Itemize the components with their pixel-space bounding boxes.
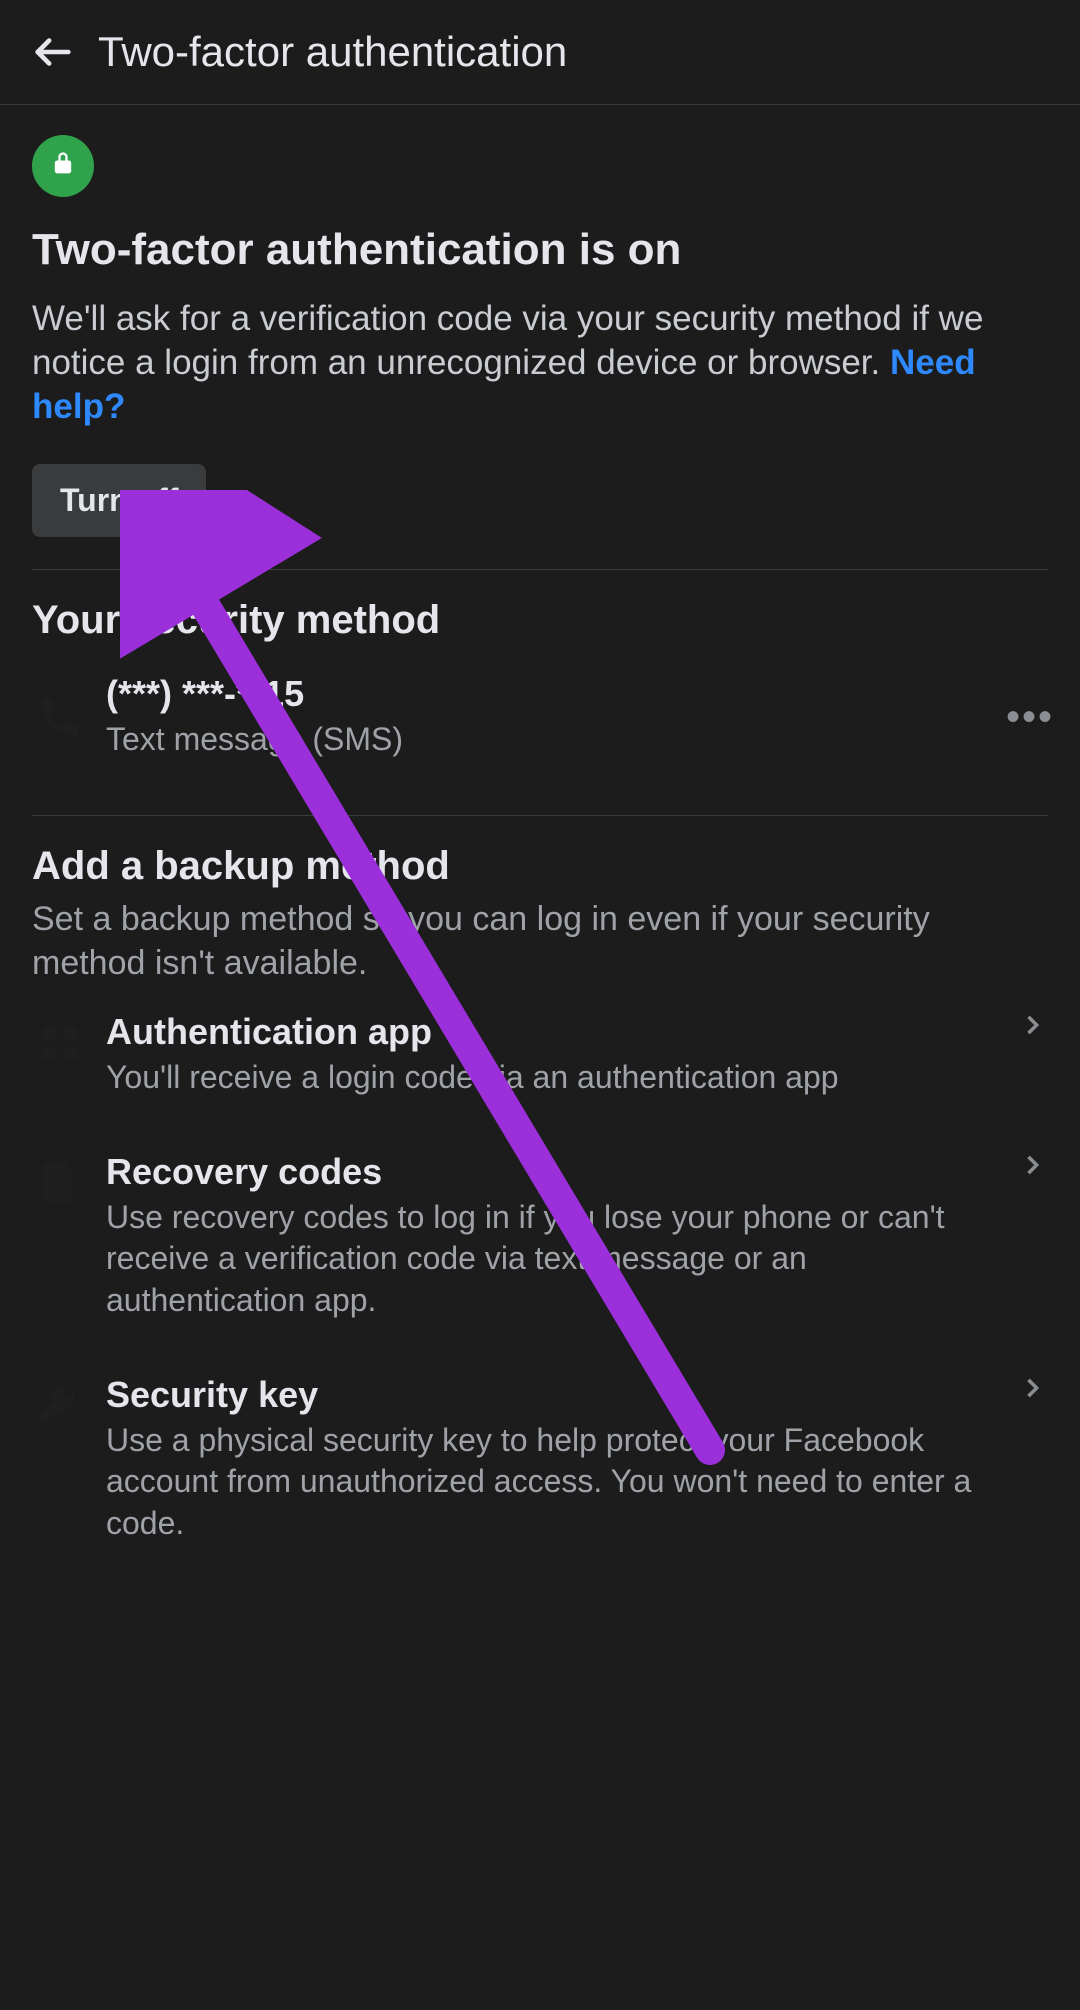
divider: [32, 569, 1048, 570]
security-method-row[interactable]: (***) ***-**15 Text message (SMS) •••: [32, 651, 1048, 783]
backup-heading: Add a backup method: [32, 844, 1048, 889]
status-description-text: We'll ask for a verification code via yo…: [32, 299, 983, 382]
key-icon: [32, 1378, 88, 1434]
backup-item-auth-app[interactable]: Authentication app You'll receive a logi…: [32, 985, 1048, 1125]
page-title: Two-factor authentication: [98, 28, 567, 76]
backup-item-recovery-codes[interactable]: Recovery codes Use recovery codes to log…: [32, 1125, 1048, 1348]
backup-item-title: Authentication app: [106, 1011, 1008, 1053]
security-method-heading: Your security method: [32, 598, 1048, 643]
status-description: We'll ask for a verification code via yo…: [32, 297, 1048, 428]
more-options-icon[interactable]: •••: [1006, 695, 1048, 740]
backup-item-title: Security key: [106, 1374, 1008, 1416]
backup-item-title: Recovery codes: [106, 1151, 1008, 1193]
backup-description: Set a backup method so you can log in ev…: [32, 897, 1048, 985]
security-method-text: (***) ***-**15 Text message (SMS): [88, 673, 1006, 761]
backup-item-sub: You'll receive a login code via an authe…: [106, 1057, 1008, 1099]
chevron-right-icon: [1018, 1374, 1048, 1407]
auth-app-icon: [32, 1015, 88, 1071]
document-icon: [32, 1155, 88, 1211]
backup-item-security-key[interactable]: Security key Use a physical security key…: [32, 1348, 1048, 1571]
backup-item-sub: Use a physical security key to help prot…: [106, 1420, 1008, 1545]
phone-icon: [32, 689, 88, 745]
back-arrow-icon[interactable]: [30, 29, 76, 75]
security-method-phone: (***) ***-**15: [106, 673, 1006, 715]
lock-icon: [49, 150, 77, 183]
security-method-label: Text message (SMS): [106, 719, 1006, 761]
content-area: Two-factor authentication is on We'll as…: [0, 105, 1080, 1570]
backup-item-sub: Use recovery codes to log in if you lose…: [106, 1197, 1008, 1322]
status-heading: Two-factor authentication is on: [32, 225, 1048, 275]
header-bar: Two-factor authentication: [0, 0, 1080, 105]
lock-status-badge: [32, 135, 94, 197]
chevron-right-icon: [1018, 1011, 1048, 1044]
turn-off-button[interactable]: Turn off: [32, 464, 206, 537]
chevron-right-icon: [1018, 1151, 1048, 1184]
divider: [32, 815, 1048, 816]
